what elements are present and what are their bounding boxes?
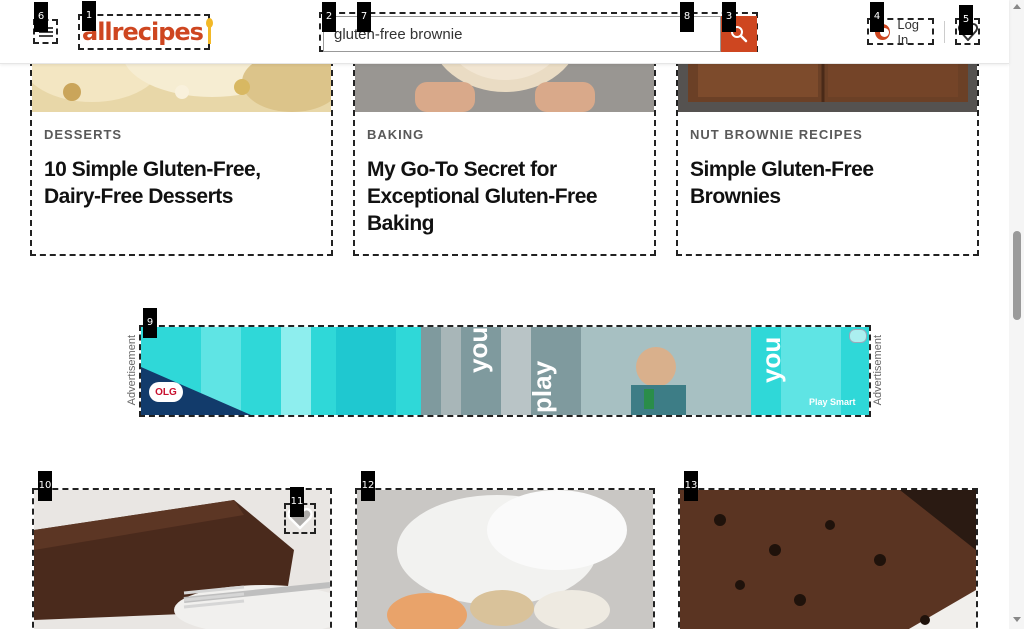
ad-brand: OLG	[149, 382, 183, 402]
overlay-tag: 11	[290, 487, 304, 517]
card-category: BAKING	[367, 127, 425, 142]
card-title: My Go-To Secret for Exceptional Gluten-F…	[367, 158, 598, 235]
recipe-card[interactable]	[355, 488, 655, 629]
ad-tagline: Play Smart	[809, 397, 856, 407]
card-title: Simple Gluten-Free Brownies	[690, 158, 874, 208]
scroll-up-icon[interactable]	[1013, 4, 1021, 9]
logo-text: allrecipes	[82, 18, 204, 46]
advertisement-banner[interactable]: OLG you play you Play Smart	[139, 325, 871, 417]
overlay-tag: 2	[322, 2, 336, 32]
recipe-card[interactable]	[678, 488, 978, 629]
site-header: 6 allrecipes 1 2 7 8 3 Log In 4 5	[0, 0, 1009, 64]
overlay-tag: 5	[959, 5, 973, 35]
scroll-thumb[interactable]	[1013, 231, 1021, 320]
overlay-tag: 9	[143, 308, 157, 338]
ad-word: play	[527, 360, 557, 413]
login-label: Log In	[897, 16, 920, 47]
card-title: 10 Simple Gluten-Free, Dairy-Free Desser…	[44, 158, 261, 208]
overlay-tag: 7	[357, 2, 371, 32]
ad-label: Advertisement	[872, 335, 884, 406]
overlay-tag: 12	[361, 471, 375, 501]
ad-word: you	[463, 326, 493, 373]
header-divider	[944, 21, 945, 43]
card-image	[680, 490, 976, 629]
spoon-icon	[205, 18, 214, 46]
overlay-tag: 13	[684, 471, 698, 501]
card-category: DESSERTS	[44, 127, 123, 142]
overlay-tag: 1	[82, 1, 96, 31]
card-category: NUT BROWNIE RECIPES	[690, 127, 863, 142]
ad-choices-icon[interactable]	[849, 329, 867, 343]
overlay-tag: 4	[870, 2, 884, 32]
overlay-tag: 3	[722, 2, 736, 32]
page-scrollbar[interactable]	[1009, 0, 1024, 629]
overlay-tag: 8	[680, 2, 694, 32]
overlay-tag: 6	[34, 2, 48, 32]
scroll-down-icon[interactable]	[1013, 617, 1021, 622]
ad-label: Advertisement	[126, 335, 138, 406]
ad-word: you	[756, 336, 786, 383]
overlay-tag: 10	[38, 471, 52, 501]
search-input[interactable]	[323, 16, 721, 52]
card-image	[357, 490, 653, 629]
logo-link[interactable]: allrecipes	[78, 14, 214, 50]
